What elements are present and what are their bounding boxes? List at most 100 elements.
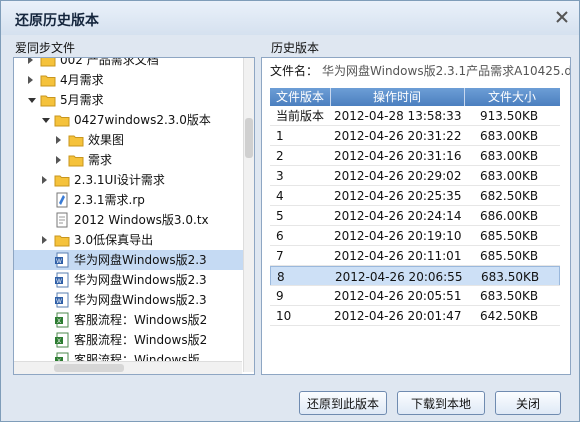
history-row[interactable]: 7 2012-04-26 20:11:01 685.50KB: [270, 246, 560, 266]
version-cell: 5: [276, 209, 284, 223]
collapsed-arrow-icon[interactable]: [28, 58, 33, 64]
svg-text:W: W: [56, 279, 62, 285]
history-versions-label: 历史版本: [271, 41, 320, 55]
file-name-label: 文件名：: [270, 64, 319, 78]
version-cell: 1: [276, 129, 284, 143]
folder-icon: [40, 95, 56, 107]
history-row[interactable]: 9 2012-04-26 20:05:51 683.50KB: [270, 286, 560, 306]
size-cell: 682.50KB: [480, 189, 539, 203]
column-version[interactable]: 文件版本: [270, 88, 331, 106]
tree-item[interactable]: 2.3.1需求.rp: [14, 190, 244, 210]
tree-item[interactable]: 需求: [14, 150, 244, 170]
tree-item[interactable]: 2.3.1UI设计需求: [14, 170, 244, 190]
tree-item[interactable]: 5月需求: [14, 90, 244, 110]
version-cell: 3: [276, 169, 284, 183]
word-file-icon: W: [55, 292, 69, 308]
collapsed-arrow-icon[interactable]: [42, 236, 47, 244]
rp-file-icon: [56, 192, 68, 208]
time-cell: 2012-04-26 20:31:16: [334, 149, 462, 163]
expanded-arrow-icon[interactable]: [42, 118, 50, 123]
time-cell: 2012-04-28 13:58:33: [334, 109, 462, 123]
tree-hscroll-thumb[interactable]: [54, 364, 124, 372]
tree-item[interactable]: 002 产品需求文档: [14, 57, 244, 70]
text-file-icon: [56, 212, 68, 228]
time-cell: 2012-04-26 20:31:22: [334, 129, 462, 143]
collapsed-arrow-icon[interactable]: [56, 156, 61, 164]
restore-version-button[interactable]: 还原到此版本: [299, 391, 387, 415]
title-bar: 还原历史版本: [1, 1, 579, 35]
tree-item-label: 2012 Windows版3.0.tx: [74, 213, 209, 227]
restore-history-dialog: 还原历史版本 爱同步文件 历史版本 002 产品需求文档 4月需求 5月需求 0427…: [0, 0, 580, 422]
history-row[interactable]: 6 2012-04-26 20:19:10 685.50KB: [270, 226, 560, 246]
time-cell: 2012-04-26 20:19:10: [334, 229, 462, 243]
size-cell: 642.50KB: [480, 309, 539, 323]
tree-item-label: 0427windows2.3.0版本: [74, 113, 211, 127]
version-cell: 10: [276, 309, 292, 323]
tree-item[interactable]: W 华为网盘Windows版2.3: [14, 250, 244, 270]
word-file-icon: W: [55, 272, 69, 288]
expanded-arrow-icon[interactable]: [28, 98, 36, 103]
tree-scroll-thumb[interactable]: [245, 118, 253, 158]
column-time[interactable]: 操作时间: [330, 88, 465, 106]
version-cell: 8: [277, 270, 285, 284]
file-name-row: 文件名： 华为网盘Windows版2.3.1产品需求A10425.doc: [270, 62, 571, 79]
time-cell: 2012-04-26 20:05:51: [334, 289, 462, 303]
history-row[interactable]: 当前版本 2012-04-28 13:58:33 913.50KB: [270, 106, 560, 126]
tree-item-label: 华为网盘Windows版2.3: [74, 253, 207, 267]
tree-item[interactable]: 3.0低保真导出: [14, 230, 244, 250]
tree-item[interactable]: X 客服流程：Windows版2: [14, 310, 244, 330]
folder-icon: [54, 235, 70, 247]
time-cell: 2012-04-26 20:01:47: [334, 309, 462, 323]
history-row[interactable]: 2 2012-04-26 20:31:16 683.00KB: [270, 146, 560, 166]
history-panel: 文件名： 华为网盘Windows版2.3.1产品需求A10425.doc 文件版本…: [261, 57, 571, 375]
version-cell: 6: [276, 229, 284, 243]
size-cell: 685.50KB: [480, 229, 539, 243]
tree-item-label: 002 产品需求文档: [60, 57, 159, 67]
tree-item[interactable]: 2012 Windows版3.0.tx: [14, 210, 244, 230]
tree-item[interactable]: W 华为网盘Windows版2.3: [14, 290, 244, 310]
excel-file-icon: X: [55, 332, 69, 348]
tree-item-label: 客服流程：Windows版2: [74, 333, 208, 347]
size-cell: 683.00KB: [480, 149, 539, 163]
tree-item-label: 4月需求: [60, 73, 104, 87]
tree-item[interactable]: 0427windows2.3.0版本: [14, 110, 244, 130]
tree-horizontal-scrollbar[interactable]: [14, 361, 242, 374]
history-row[interactable]: 3 2012-04-26 20:29:02 683.00KB: [270, 166, 560, 186]
synced-files-label: 爱同步文件: [15, 41, 76, 55]
history-row[interactable]: 10 2012-04-26 20:01:47 642.50KB: [270, 306, 560, 326]
history-table-header: 文件版本 操作时间 文件大小: [270, 88, 560, 106]
version-cell: 9: [276, 289, 284, 303]
close-icon[interactable]: [553, 8, 571, 26]
collapsed-arrow-icon[interactable]: [42, 176, 47, 184]
tree-vertical-scrollbar[interactable]: [243, 58, 254, 372]
time-cell: 2012-04-26 20:24:14: [334, 209, 462, 223]
time-cell: 2012-04-26 20:06:55: [335, 270, 463, 284]
size-cell: 913.50KB: [480, 109, 539, 123]
file-tree-panel[interactable]: 002 产品需求文档 4月需求 5月需求 0427windows2.3.0版本效果图需…: [13, 57, 255, 375]
folder-icon: [40, 58, 56, 67]
close-button[interactable]: 关闭: [495, 391, 561, 415]
history-row[interactable]: 1 2012-04-26 20:31:22 683.00KB: [270, 126, 560, 146]
size-cell: 683.50KB: [480, 289, 539, 303]
svg-text:W: W: [56, 259, 62, 265]
tree-item[interactable]: 效果图: [14, 130, 244, 150]
folder-icon: [68, 155, 84, 167]
word-file-icon: W: [55, 252, 69, 268]
tree-item[interactable]: 4月需求: [14, 70, 244, 90]
tree-item[interactable]: X 客服流程：Windows版2: [14, 330, 244, 350]
column-size[interactable]: 文件大小: [464, 88, 560, 106]
history-row[interactable]: 5 2012-04-26 20:24:14 686.00KB: [270, 206, 560, 226]
tree-item[interactable]: W 华为网盘Windows版2.3: [14, 270, 244, 290]
history-row[interactable]: 8 2012-04-26 20:06:55 683.50KB: [270, 266, 560, 286]
collapsed-arrow-icon[interactable]: [56, 136, 61, 144]
download-local-button[interactable]: 下载到本地: [397, 391, 485, 415]
size-cell: 685.50KB: [480, 249, 539, 263]
collapsed-arrow-icon[interactable]: [28, 76, 33, 84]
history-row[interactable]: 4 2012-04-26 20:25:35 682.50KB: [270, 186, 560, 206]
version-cell: 2: [276, 149, 284, 163]
folder-icon: [54, 175, 70, 187]
svg-text:X: X: [57, 339, 61, 345]
time-cell: 2012-04-26 20:11:01: [334, 249, 462, 263]
time-cell: 2012-04-26 20:25:35: [334, 189, 462, 203]
file-name-value: 华为网盘Windows版2.3.1产品需求A10425.doc: [322, 64, 571, 78]
